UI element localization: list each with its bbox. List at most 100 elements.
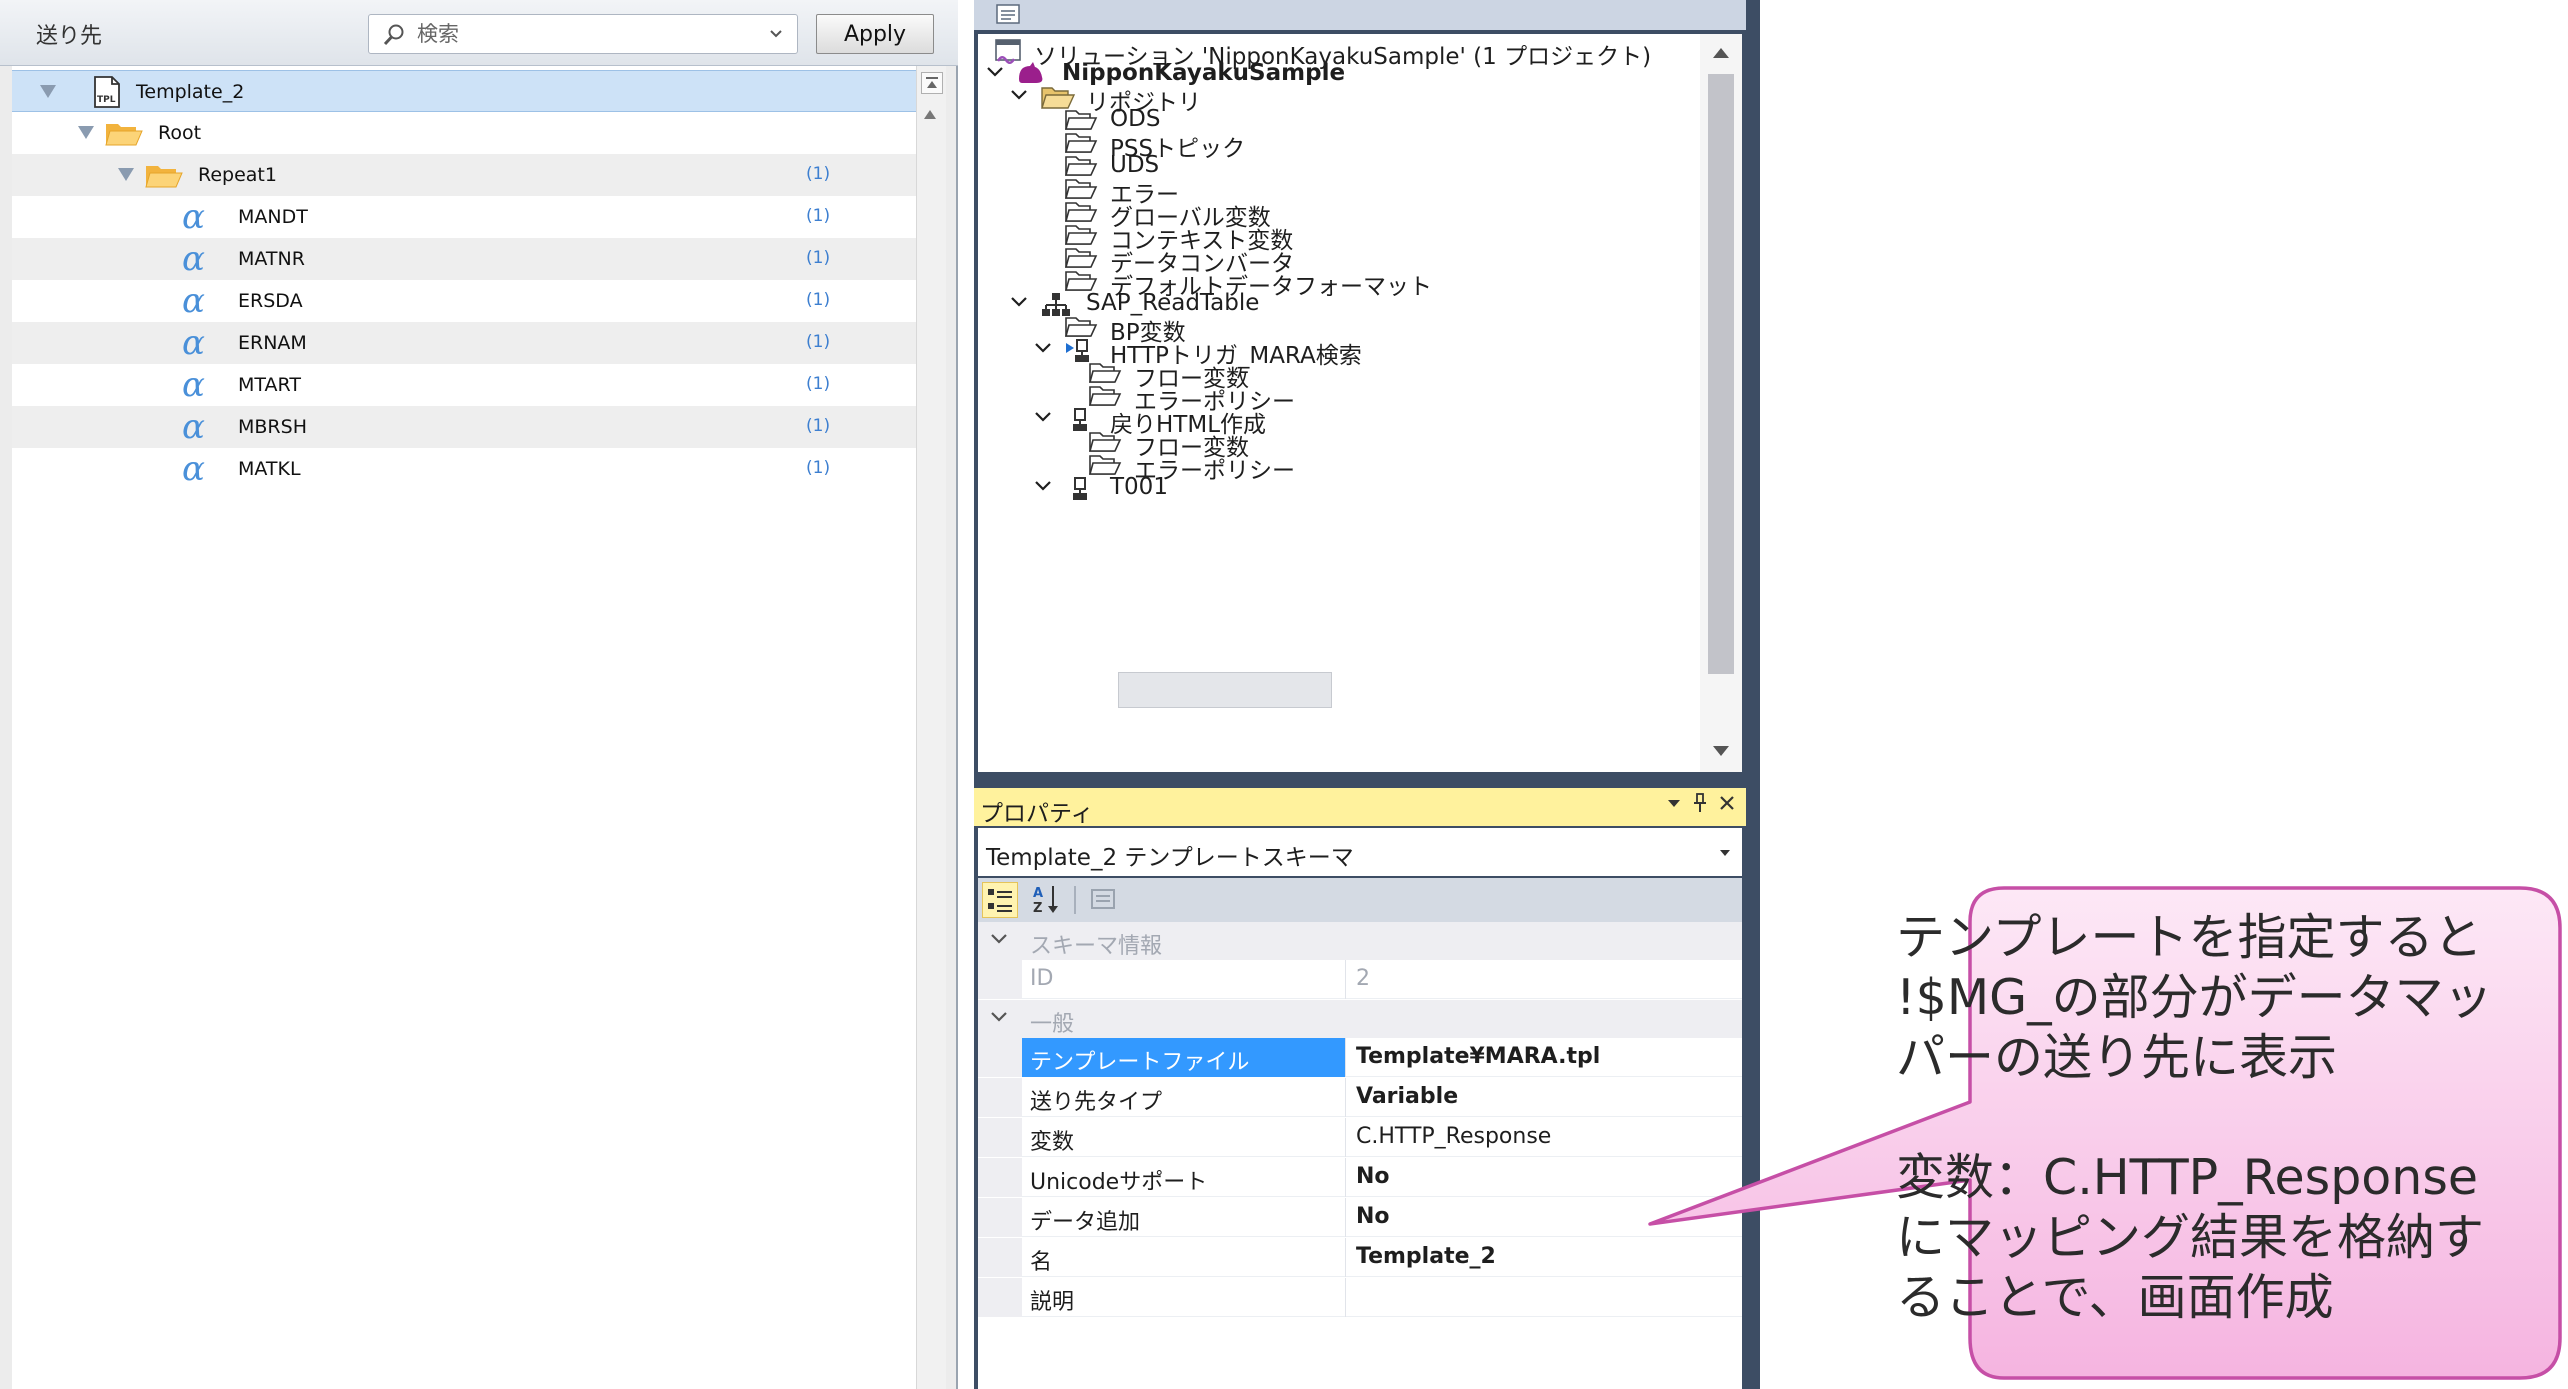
vertical-scrollbar[interactable] <box>916 66 946 1389</box>
scroll-down-arrow-icon[interactable] <box>1713 746 1729 756</box>
search-input[interactable] <box>415 20 735 48</box>
property-row-append[interactable]: データ追加 No <box>978 1198 1742 1237</box>
scroll-up-arrow-icon[interactable] <box>924 110 936 119</box>
tree-count: (1) <box>806 164 831 184</box>
chevron-down-icon[interactable] <box>1034 479 1052 493</box>
categorized-view-icon[interactable] <box>982 882 1018 918</box>
svg-text:TPL: TPL <box>97 95 116 105</box>
tree-row-field[interactable]: α MANDT (1) <box>12 196 916 238</box>
tree-count: (1) <box>806 458 831 478</box>
object-selector-dropdown[interactable]: Template_2 テンプレートスキーマ <box>978 828 1742 876</box>
category-schema-info[interactable]: スキーマ情報 <box>978 922 1742 960</box>
tree-row-field[interactable]: α ERNAM (1) <box>12 322 916 364</box>
tree-label: ERSDA <box>238 290 303 312</box>
callout-text: テンプレートを指定すると !$MG_の部分がデータマッ パーの送り先に表示 変数… <box>1896 908 2536 1328</box>
close-icon[interactable] <box>1718 794 1736 812</box>
activity-icon <box>1068 475 1094 503</box>
scroll-to-top-button[interactable] <box>921 72 943 94</box>
property-grid: スキーマ情報 ID 2 一般 テンプレートファイル Template¥MARA.… <box>978 922 1742 1389</box>
category-label: スキーマ情報 <box>1030 934 1163 959</box>
tree-row-field[interactable]: α MBRSH (1) <box>12 406 916 448</box>
tree-count: (1) <box>806 332 831 352</box>
property-name: データ追加 <box>1022 1198 1346 1237</box>
property-row-destination-type[interactable]: 送り先タイプ Variable <box>978 1078 1742 1117</box>
property-name: Unicodeサポート <box>1022 1158 1346 1197</box>
apply-button[interactable]: Apply <box>816 14 934 54</box>
chevron-down-icon[interactable] <box>769 29 783 39</box>
tree-count: (1) <box>806 374 831 394</box>
callout-line: 変数：C.HTTP_Response <box>1896 1149 2479 1206</box>
search-box[interactable] <box>368 14 798 54</box>
scrollbar-thumb[interactable] <box>1708 74 1734 674</box>
alphabetical-sort-icon[interactable]: AZ <box>1030 882 1066 918</box>
scroll-up-arrow-icon[interactable] <box>1713 48 1729 58</box>
property-row-name[interactable]: 名 Template_2 <box>978 1238 1742 1277</box>
toolbar-separator <box>1074 886 1076 914</box>
chevron-down-icon[interactable] <box>1010 295 1028 309</box>
tree-count: (1) <box>806 290 831 310</box>
tree-row-root[interactable]: Root <box>12 112 916 154</box>
chevron-down-icon[interactable] <box>990 932 1008 946</box>
collapse-triangle-icon[interactable] <box>118 168 134 181</box>
chevron-down-icon[interactable] <box>1034 410 1052 424</box>
tree-label: MATNR <box>238 248 305 270</box>
pin-icon[interactable] <box>1692 792 1708 814</box>
category-general[interactable]: 一般 <box>978 1000 1742 1038</box>
dropdown-arrow-icon[interactable] <box>1718 848 1732 858</box>
chevron-down-icon[interactable] <box>1034 341 1052 355</box>
tree-label: Template_2 <box>136 81 245 103</box>
property-name: 説明 <box>1022 1278 1346 1317</box>
dropdown-arrow-icon[interactable] <box>1666 797 1682 809</box>
solution-explorer: ソリューション 'NipponKayakuSample' (1 プロジェクト) … <box>974 0 1746 780</box>
tree-item-activity[interactable]: T001 <box>978 471 1700 505</box>
svg-text:A: A <box>1033 886 1043 901</box>
tree-label: Repeat1 <box>198 164 277 186</box>
alpha-field-icon: α <box>182 323 205 363</box>
tree-label: Root <box>158 122 202 144</box>
category-label: 一般 <box>1030 1012 1075 1037</box>
chevron-down-icon[interactable] <box>1010 88 1028 102</box>
property-row-unicode[interactable]: Unicodeサポート No <box>978 1158 1742 1197</box>
property-row-id[interactable]: ID 2 <box>978 960 1742 999</box>
property-row-variable[interactable]: 変数 C.HTTP_Response <box>978 1118 1742 1157</box>
tree-row-field[interactable]: α ERSDA (1) <box>12 280 916 322</box>
folder-open-icon <box>144 160 184 190</box>
collapse-triangle-icon[interactable] <box>78 126 94 139</box>
property-row-description[interactable]: 説明 <box>978 1278 1742 1317</box>
callout-line: テンプレートを指定すると <box>1896 909 2483 966</box>
vertical-scrollbar[interactable] <box>1700 34 1742 772</box>
tree-row-repeat[interactable]: Repeat1 (1) <box>12 154 916 196</box>
selected-item-highlight <box>1118 672 1332 708</box>
row-gutter <box>978 1038 1022 1077</box>
solution-toolbar <box>974 0 1746 30</box>
property-name: 変数 <box>1022 1118 1346 1157</box>
row-gutter <box>978 1158 1022 1197</box>
alpha-field-icon: α <box>182 239 205 279</box>
row-gutter <box>978 960 1022 999</box>
destination-panel: 送り先 Apply TPL Template_2 Root <box>0 0 958 1389</box>
tree-label: MANDT <box>238 206 308 228</box>
chevron-down-icon[interactable] <box>986 65 1004 79</box>
property-pages-icon[interactable] <box>1086 882 1122 918</box>
template-file-icon: TPL <box>92 76 122 108</box>
row-gutter <box>978 1118 1022 1157</box>
tree-label: ERNAM <box>238 332 307 354</box>
property-name: テンプレートファイル <box>1022 1038 1346 1077</box>
property-row-template-file[interactable]: テンプレートファイル Template¥MARA.tpl <box>978 1038 1742 1077</box>
alpha-field-icon: α <box>182 449 205 489</box>
collapse-triangle-icon[interactable] <box>40 85 56 98</box>
window-controls <box>1666 792 1736 814</box>
tree-label: MTART <box>238 374 301 396</box>
tree-count: (1) <box>806 206 831 226</box>
properties-toolbar: AZ <box>978 878 1742 922</box>
tree-row-template[interactable]: TPL Template_2 <box>12 70 916 112</box>
row-gutter <box>978 1198 1022 1237</box>
chevron-down-icon[interactable] <box>990 1010 1008 1024</box>
destination-tree: TPL Template_2 Root Repeat1 (1) α MANDT … <box>12 66 916 1389</box>
properties-icon[interactable] <box>994 2 1024 26</box>
tree-row-field[interactable]: α MATNR (1) <box>12 238 916 280</box>
tree-row-field[interactable]: α MATKL (1) <box>12 448 916 490</box>
tree-label: MATKL <box>238 458 301 480</box>
tree-count: (1) <box>806 248 831 268</box>
tree-row-field[interactable]: α MTART (1) <box>12 364 916 406</box>
